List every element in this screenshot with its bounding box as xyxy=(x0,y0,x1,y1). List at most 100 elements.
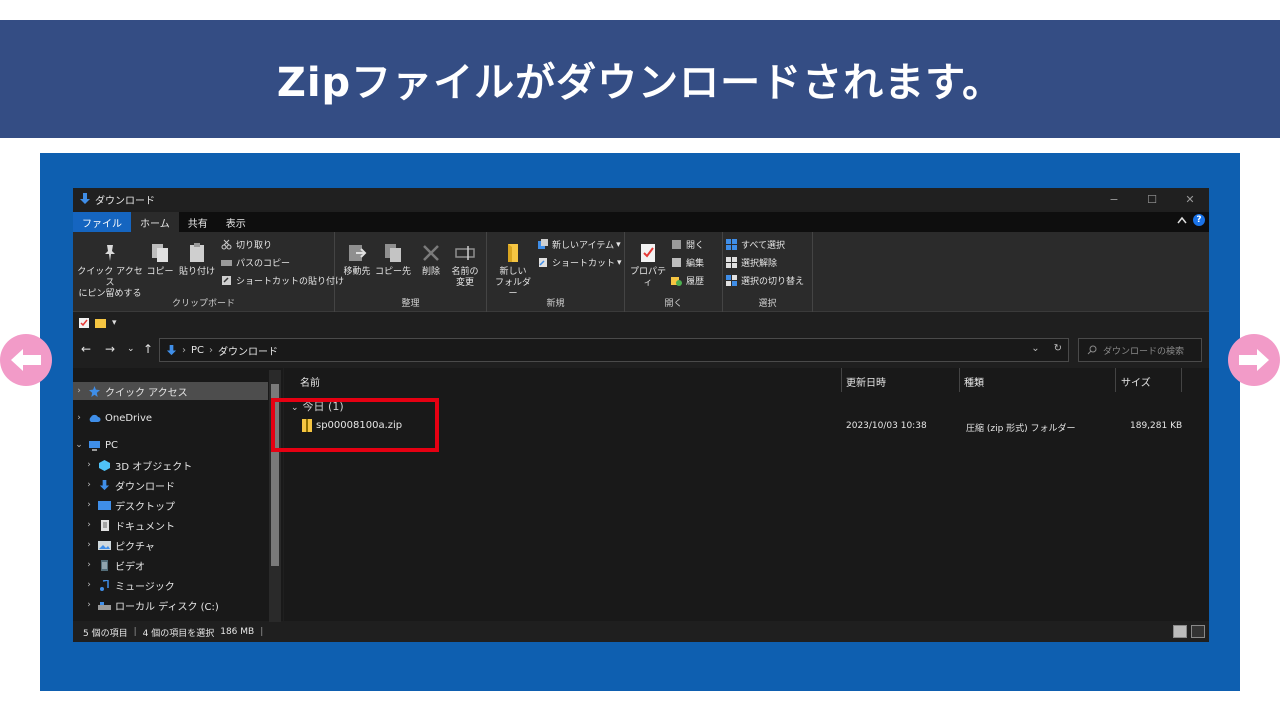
maximize-button[interactable]: ☐ xyxy=(1133,188,1171,210)
nav-label: デスクトップ xyxy=(115,501,175,513)
delete-button[interactable]: 削除 xyxy=(415,242,447,278)
nav-label: OneDrive xyxy=(105,412,153,424)
nav-item-onedrive[interactable]: › OneDrive xyxy=(73,409,268,427)
cut-label: 切り取り xyxy=(236,241,273,251)
close-button[interactable]: ✕ xyxy=(1171,188,1209,210)
nav-label: PC xyxy=(105,439,119,451)
chevron-right-icon: › xyxy=(87,480,91,490)
details-view-icon[interactable] xyxy=(1173,625,1187,638)
column-header-size[interactable]: サイズ xyxy=(1121,374,1151,389)
copy-to-label: コピー先 xyxy=(375,267,412,277)
selected-size: 186 MB xyxy=(220,627,255,637)
open-group: プロパティ 開く 編集 履歴 開く xyxy=(625,232,723,312)
nav-label: ピクチャ xyxy=(115,541,155,553)
chevron-down-icon[interactable]: ⌄ xyxy=(1031,343,1039,354)
back-arrow-icon[interactable]: ← xyxy=(81,342,91,356)
select-none-button[interactable]: 選択解除 xyxy=(726,256,777,269)
nav-item-videos[interactable]: › ビデオ xyxy=(83,556,278,574)
rename-icon xyxy=(455,246,475,260)
column-header-type[interactable]: 種類 xyxy=(964,374,984,389)
column-header-modified[interactable]: 更新日時 xyxy=(846,374,886,389)
nav-label: ローカル ディスク (C:) xyxy=(115,601,219,613)
search-input[interactable]: ダウンロードの検索 xyxy=(1078,338,1202,362)
move-to-button[interactable]: 移動先 xyxy=(339,242,375,278)
edit-button[interactable]: 編集 xyxy=(671,256,704,269)
nav-item-pictures[interactable]: › ピクチャ xyxy=(83,536,278,554)
tab-view[interactable]: 表示 xyxy=(217,212,255,232)
next-slide-button[interactable] xyxy=(1228,334,1280,386)
copy-button[interactable]: コピー xyxy=(145,242,175,278)
new-folder-label-1: 新しい xyxy=(499,267,527,277)
cut-button[interactable]: 切り取り xyxy=(221,238,272,251)
refresh-icon[interactable]: ↻ xyxy=(1054,343,1062,354)
ribbon-tabs: ファイル ホーム 共有 表示 ? xyxy=(73,212,1209,232)
new-folder-button[interactable]: 新しい フォルダー xyxy=(491,242,535,300)
chevron-right-icon: › xyxy=(87,520,91,530)
breadcrumb-separator: › xyxy=(209,344,214,356)
item-count: 5 個の項目 xyxy=(83,628,128,639)
address-bar[interactable]: › PC › ダウンロード ⌄ ↻ xyxy=(159,338,1069,362)
column-header-name[interactable]: 名前 xyxy=(300,374,320,389)
tab-share[interactable]: 共有 xyxy=(179,212,217,232)
forward-arrow-icon[interactable]: → xyxy=(105,342,115,356)
folder-icon xyxy=(508,244,518,262)
recent-locations-icon[interactable]: ⌄ xyxy=(127,344,135,354)
status-divider: | xyxy=(260,627,264,637)
select-none-icon xyxy=(726,257,737,268)
breadcrumb-downloads[interactable]: ダウンロード xyxy=(218,343,278,358)
properties-label: プロパティ xyxy=(629,267,666,288)
nav-item-downloads[interactable]: › ダウンロード xyxy=(83,476,278,494)
properties-icon[interactable] xyxy=(79,318,89,328)
properties-button[interactable]: プロパティ xyxy=(627,242,669,289)
music-icon xyxy=(100,579,109,591)
nav-item-pc[interactable]: ⌄ PC xyxy=(73,436,268,454)
delete-icon xyxy=(423,245,439,261)
nav-item-documents[interactable]: › ドキュメント xyxy=(83,516,278,534)
large-icons-view-icon[interactable] xyxy=(1191,625,1205,638)
ribbon: クイック アクセス にピン留めする コピー 貼り付け 切り取り パスのコピー シ… xyxy=(73,232,1209,312)
open-group-label: 開く xyxy=(664,299,683,309)
nav-label: ビデオ xyxy=(115,561,145,573)
customize-toolbar-icon[interactable]: ▾ xyxy=(112,318,117,328)
new-item-icon xyxy=(538,239,548,249)
chevron-up-icon[interactable] xyxy=(1177,216,1187,224)
copy-path-button[interactable]: パスのコピー xyxy=(221,256,290,269)
select-all-button[interactable]: すべて選択 xyxy=(726,238,785,251)
up-arrow-icon[interactable]: ↑ xyxy=(143,342,153,356)
open-button[interactable]: 開く xyxy=(671,238,704,251)
paste-shortcut-button[interactable]: ショートカットの貼り付け xyxy=(221,274,344,287)
paste-button[interactable]: 貼り付け xyxy=(177,242,217,278)
pin-to-quick-access-button[interactable]: クイック アクセス にピン留めする xyxy=(77,242,143,300)
delete-label: 削除 xyxy=(421,267,440,277)
nav-item-local-disk[interactable]: › ローカル ディスク (C:) xyxy=(83,596,278,614)
history-button[interactable]: 履歴 xyxy=(671,274,704,287)
tab-home[interactable]: ホーム xyxy=(131,212,179,232)
copy-label: コピー xyxy=(146,267,174,277)
explorer-window: ダウンロード − ☐ ✕ ファイル ホーム 共有 表示 ? クイック アクセス … xyxy=(73,188,1209,642)
download-icon xyxy=(99,479,110,490)
nav-item-music[interactable]: › ミュージック xyxy=(83,576,278,594)
breadcrumb-pc[interactable]: PC xyxy=(191,345,204,356)
shortcut-button[interactable]: ショートカット ▾ xyxy=(537,256,622,269)
nav-item-3d-objects[interactable]: › 3D オブジェクト xyxy=(83,456,278,474)
nav-label: クイック アクセス xyxy=(105,387,188,399)
chevron-right-icon: › xyxy=(87,500,91,510)
paste-label: 貼り付け xyxy=(178,267,215,277)
nav-item-quick-access[interactable]: › クイック アクセス xyxy=(73,382,268,400)
cloud-icon xyxy=(89,414,101,422)
previous-slide-button[interactable] xyxy=(0,334,52,386)
copy-to-button[interactable]: コピー先 xyxy=(375,242,411,278)
address-row: ← → ⌄ ↑ › PC › ダウンロード ⌄ ↻ ダウンロードの検索 xyxy=(73,335,1209,365)
tab-file[interactable]: ファイル xyxy=(73,212,131,232)
minimize-button[interactable]: − xyxy=(1095,188,1133,210)
rename-button[interactable]: 名前の 変更 xyxy=(447,242,483,289)
file-size: 189,281 KB xyxy=(1130,421,1183,431)
pin-label-1: クイック アクセス xyxy=(77,267,143,288)
new-group: 新しい フォルダー 新しいアイテム ▾ ショートカット ▾ 新規 xyxy=(487,232,625,312)
nav-item-desktop[interactable]: › デスクトップ xyxy=(83,496,278,514)
new-folder-icon[interactable] xyxy=(95,318,106,328)
help-icon[interactable]: ? xyxy=(1193,214,1205,226)
clipboard-icon xyxy=(190,243,204,262)
new-item-button[interactable]: 新しいアイテム ▾ xyxy=(537,238,621,251)
invert-selection-button[interactable]: 選択の切り替え xyxy=(726,274,804,287)
